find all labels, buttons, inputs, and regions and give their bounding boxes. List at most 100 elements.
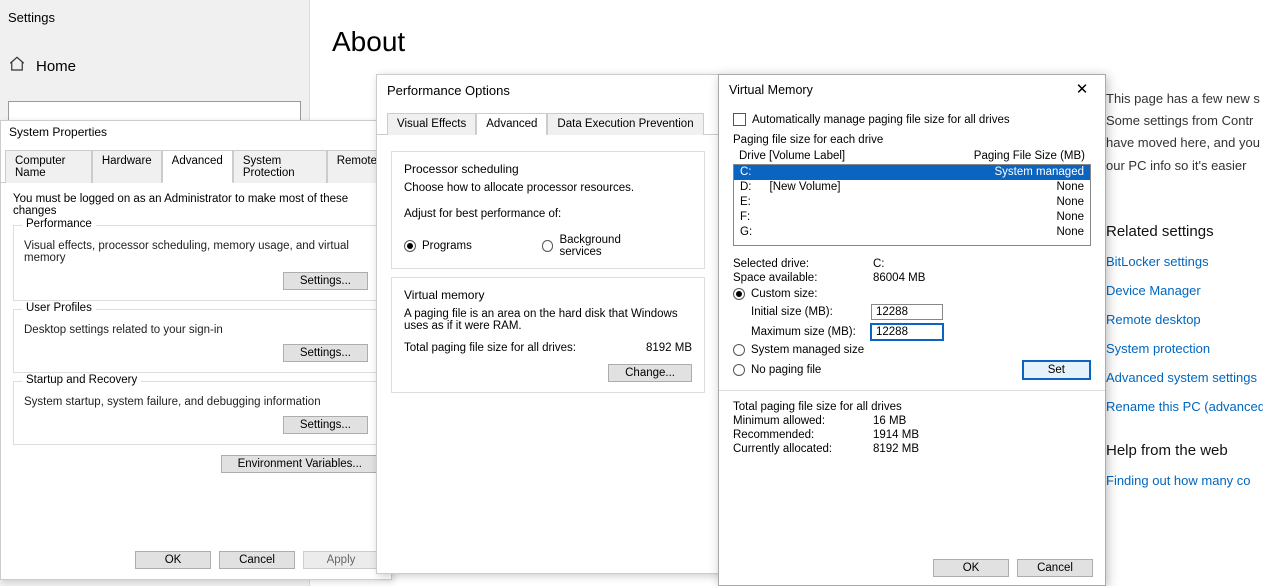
radio-no-paging[interactable]: No paging file — [733, 364, 821, 376]
about-heading: About — [332, 26, 1263, 58]
user-profiles-settings-button[interactable]: Settings... — [283, 344, 368, 362]
close-icon[interactable]: ✕ — [1069, 81, 1095, 99]
admin-note: You must be logged on as an Administrato… — [13, 193, 379, 217]
virtual-memory-dialog: Virtual Memory ✕ Automatically manage pa… — [718, 74, 1106, 586]
tab-perf-advanced[interactable]: Advanced — [476, 113, 547, 135]
drive-list-header: Drive [Volume Label] Paging File Size (M… — [733, 150, 1091, 162]
drive-list[interactable]: C: System managed D:[New Volume] None E:… — [733, 164, 1091, 246]
recommended-label: Recommended: — [733, 429, 863, 441]
custom-size-label: Custom size: — [751, 288, 817, 300]
sysprops-ok-button[interactable]: OK — [135, 551, 211, 569]
vmem-title: Virtual Memory — [729, 83, 813, 97]
about-right-column: This page has a few new s Some settings … — [1106, 90, 1263, 488]
sysprops-cancel-button[interactable]: Cancel — [219, 551, 295, 569]
perfopts-tabs: Visual Effects Advanced Data Execution P… — [377, 106, 719, 135]
processor-scheduling-group: Processor scheduling Choose how to alloc… — [391, 151, 705, 269]
user-profiles-desc: Desktop settings related to your sign-in — [24, 324, 368, 336]
help-from-web-heading: Help from the web — [1106, 442, 1263, 459]
link-help-cores[interactable]: Finding out how many co — [1106, 473, 1263, 488]
system-properties-dialog: System Properties Computer Name Hardware… — [0, 120, 392, 580]
startup-recovery-fieldset: Startup and Recovery System startup, sys… — [13, 381, 379, 445]
settings-home-nav[interactable]: Home — [0, 35, 309, 93]
recommended-value: 1914 MB — [873, 429, 919, 441]
environment-variables-button[interactable]: Environment Variables... — [221, 455, 379, 473]
link-system-protection[interactable]: System protection — [1106, 341, 1263, 356]
per-drive-label: Paging file size for each drive — [733, 134, 1091, 146]
radio-programs[interactable]: Programs — [404, 234, 472, 258]
currently-allocated-label: Currently allocated: — [733, 443, 863, 455]
space-available-value: 86004 MB — [873, 272, 925, 284]
performance-settings-button[interactable]: Settings... — [283, 272, 368, 290]
tab-visual-effects[interactable]: Visual Effects — [387, 113, 476, 135]
total-paging-value: 8192 MB — [646, 342, 692, 354]
performance-options-title: Performance Options — [377, 75, 719, 106]
link-bitlocker[interactable]: BitLocker settings — [1106, 254, 1263, 269]
home-label: Home — [36, 58, 76, 75]
max-size-label: Maximum size (MB): — [751, 326, 859, 338]
vmem-ok-button[interactable]: OK — [933, 559, 1009, 577]
user-profiles-fieldset: User Profiles Desktop settings related t… — [13, 309, 379, 373]
radio-icon — [404, 240, 416, 252]
tab-system-protection[interactable]: System Protection — [233, 150, 327, 183]
drive-row[interactable]: E: None — [734, 195, 1090, 210]
startup-recovery-label: Startup and Recovery — [22, 374, 141, 386]
drive-row[interactable]: F: None — [734, 210, 1090, 225]
separator — [719, 390, 1105, 391]
checkbox-icon — [733, 113, 746, 126]
vmem-titlebar: Virtual Memory ✕ — [719, 75, 1105, 101]
vmem-button-row: OK Cancel — [933, 559, 1093, 577]
system-properties-title: System Properties — [1, 121, 391, 143]
about-blurb: Some settings from Contr — [1106, 112, 1263, 130]
link-device-manager[interactable]: Device Manager — [1106, 283, 1263, 298]
radio-bgservices-label: Background services — [559, 234, 662, 258]
adjust-label: Adjust for best performance of: — [404, 208, 692, 220]
performance-options-dialog: Performance Options Visual Effects Advan… — [376, 74, 720, 574]
about-blurb: have moved here, and you — [1106, 134, 1263, 152]
about-blurb: This page has a few new s — [1106, 90, 1263, 108]
tab-computer-name[interactable]: Computer Name — [5, 150, 92, 183]
link-rename-pc[interactable]: Rename this PC (advanced — [1106, 399, 1263, 414]
tab-advanced[interactable]: Advanced — [162, 150, 233, 183]
sysprops-tabs: Computer Name Hardware Advanced System P… — [1, 143, 391, 183]
total-paging-label: Total paging file size for all drives: — [404, 342, 576, 354]
currently-allocated-value: 8192 MB — [873, 443, 919, 455]
drive-row[interactable]: G: None — [734, 225, 1090, 240]
virtual-memory-title: Virtual memory — [404, 288, 692, 302]
vm-change-button[interactable]: Change... — [608, 364, 692, 382]
auto-manage-checkbox[interactable]: Automatically manage paging file size fo… — [733, 113, 1091, 126]
tab-dep[interactable]: Data Execution Prevention — [547, 113, 703, 135]
drive-row[interactable]: C: System managed — [734, 165, 1090, 180]
user-profiles-label: User Profiles — [22, 302, 96, 314]
link-remote-desktop[interactable]: Remote desktop — [1106, 312, 1263, 327]
system-managed-label: System managed size — [751, 344, 864, 356]
startup-recovery-desc: System startup, system failure, and debu… — [24, 396, 368, 408]
radio-icon — [733, 288, 745, 300]
space-available-label: Space available: — [733, 272, 863, 284]
initial-size-input[interactable] — [871, 304, 943, 320]
performance-label: Performance — [22, 218, 96, 230]
tab-hardware[interactable]: Hardware — [92, 150, 162, 183]
startup-recovery-settings-button[interactable]: Settings... — [283, 416, 368, 434]
radio-background-services[interactable]: Background services — [542, 234, 662, 258]
processor-scheduling-desc: Choose how to allocate processor resourc… — [404, 182, 692, 194]
link-advanced-system-settings[interactable]: Advanced system settings — [1106, 370, 1263, 385]
radio-custom-size[interactable]: Custom size: — [733, 288, 1091, 300]
radio-system-managed[interactable]: System managed size — [733, 344, 1091, 356]
no-paging-label: No paging file — [751, 364, 821, 376]
virtual-memory-group: Virtual memory A paging file is an area … — [391, 277, 705, 393]
settings-window-title: Settings — [0, 0, 309, 35]
sysprops-apply-button[interactable]: Apply — [303, 551, 379, 569]
selected-drive-value: C: — [873, 258, 885, 270]
virtual-memory-desc: A paging file is an area on the hard dis… — [404, 308, 692, 332]
auto-manage-label: Automatically manage paging file size fo… — [752, 114, 1010, 126]
vmem-cancel-button[interactable]: Cancel — [1017, 559, 1093, 577]
min-allowed-label: Minimum allowed: — [733, 415, 863, 427]
drive-row[interactable]: D:[New Volume] None — [734, 180, 1090, 195]
radio-icon — [733, 364, 745, 376]
home-icon — [8, 55, 26, 77]
max-size-input[interactable] — [871, 324, 943, 340]
about-blurb: our PC info so it's easier — [1106, 157, 1263, 175]
performance-fieldset: Performance Visual effects, processor sc… — [13, 225, 379, 301]
radio-icon — [733, 344, 745, 356]
set-button[interactable]: Set — [1022, 360, 1091, 380]
